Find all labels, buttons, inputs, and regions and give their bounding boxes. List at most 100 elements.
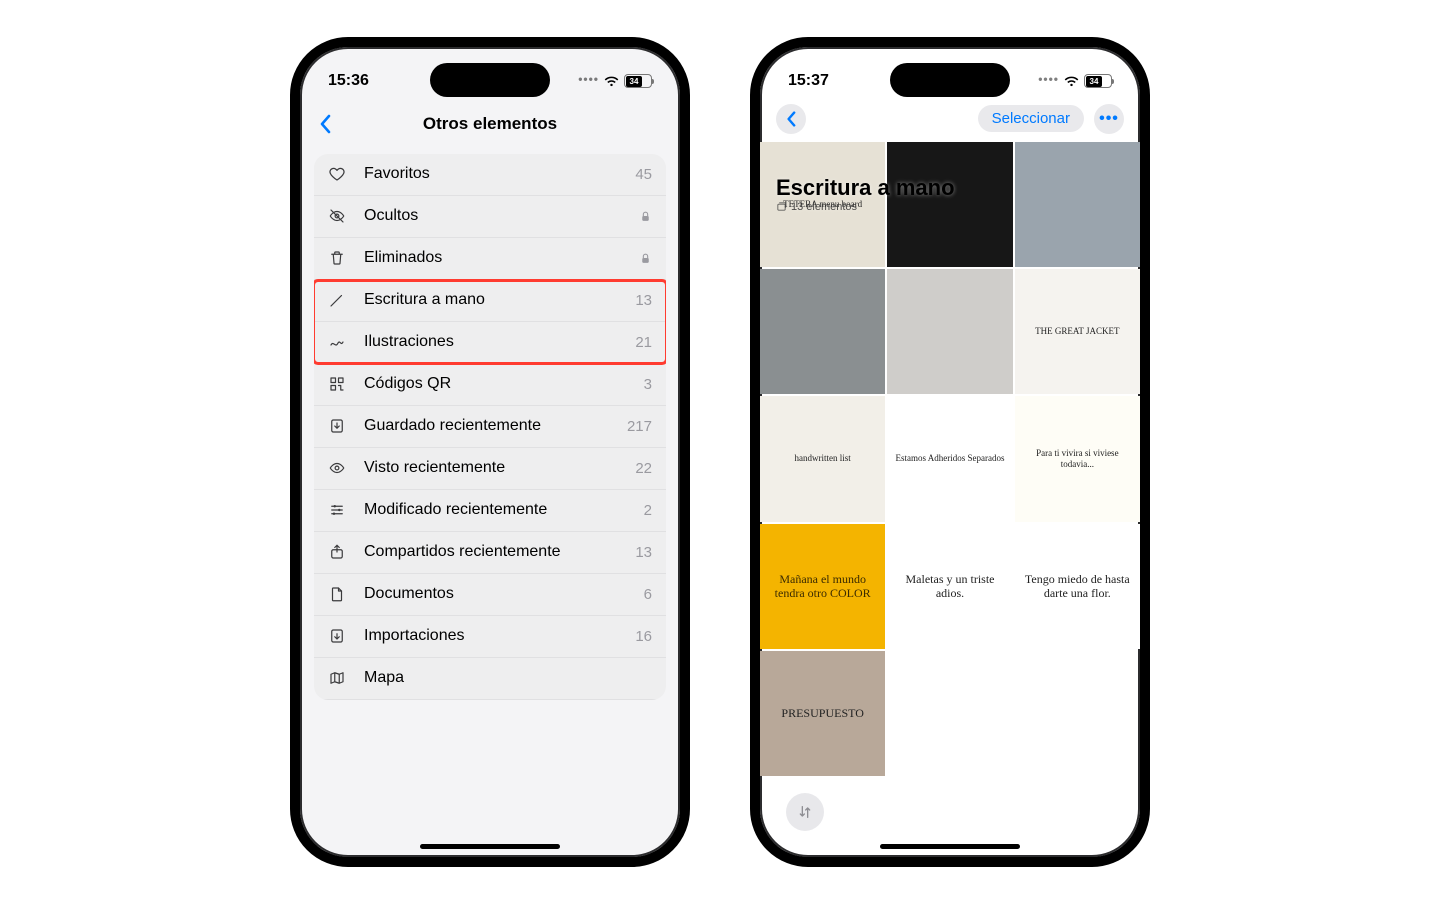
status-time: 15:37 [788, 72, 829, 90]
photo-thumbnail[interactable] [760, 269, 885, 394]
row-label: Compartidos recientemente [364, 543, 635, 561]
page-title: Otros elementos [423, 114, 557, 134]
row-count: 16 [635, 628, 652, 645]
row-label: Modificado recientemente [364, 501, 644, 519]
wifi-icon [603, 75, 620, 88]
thumbnail-text: Tengo miedo de hasta darte una flor. [1019, 572, 1136, 601]
album-title: Escritura a mano [776, 175, 955, 201]
photo-thumbnail[interactable] [887, 269, 1012, 394]
list-row-import[interactable]: Importaciones16 [314, 616, 666, 658]
album-heading: Escritura a mano 13 elementos [776, 175, 955, 213]
row-count: 13 [635, 292, 652, 309]
thumbnail-text: THE GREAT JACKET [1035, 326, 1119, 337]
list-row-doc[interactable]: Documentos6 [314, 574, 666, 616]
photo-thumbnail[interactable]: Maletas y un triste adios. [887, 524, 1012, 649]
row-label: Escritura a mano [364, 291, 635, 309]
list-row-trash[interactable]: Eliminados [314, 238, 666, 280]
share-icon [328, 543, 352, 561]
albums-list: Favoritos45 Ocultos Eliminados Escritura a … [314, 154, 666, 700]
row-label: Visto recientemente [364, 459, 635, 477]
row-count: 3 [644, 376, 652, 393]
dynamic-island [890, 63, 1010, 97]
list-row-pencil[interactable]: Escritura a mano13 [314, 280, 666, 322]
photo-thumbnail[interactable]: Tengo miedo de hasta darte una flor. [1015, 524, 1140, 649]
phone-right: 15:37 •••• 34 Seleccionar ••• Escritura … [750, 37, 1150, 867]
battery-icon: 34 [1084, 74, 1112, 88]
photo-grid[interactable]: TETERA menu boardTHE GREAT JACKEThandwri… [760, 142, 1140, 777]
lock-icon [639, 252, 652, 265]
photo-thumbnail[interactable]: Para ti vivira si viviese todavia... [1015, 396, 1140, 521]
album-header-bar: Seleccionar ••• [760, 102, 1140, 142]
navigation-bar: Otros elementos [300, 102, 680, 146]
map-icon [328, 669, 352, 687]
row-count: 217 [627, 418, 652, 435]
scribble-icon [328, 333, 352, 351]
row-label: Eliminados [364, 249, 639, 267]
row-label: Documentos [364, 585, 644, 603]
row-count: 21 [635, 334, 652, 351]
row-label: Favoritos [364, 165, 635, 183]
photo-thumbnail[interactable]: THE GREAT JACKET [1015, 269, 1140, 394]
back-button[interactable] [776, 104, 806, 134]
row-label: Ocultos [364, 207, 639, 225]
row-label: Mapa [364, 669, 652, 687]
wifi-icon [1063, 75, 1080, 88]
doc-icon [328, 585, 352, 603]
photo-stack-icon [776, 201, 787, 212]
list-row-qr[interactable]: Códigos QR3 [314, 364, 666, 406]
list-row-sliders[interactable]: Modificado recientemente2 [314, 490, 666, 532]
eyeoff-icon [328, 207, 352, 225]
thumbnail-text: Maletas y un triste adios. [891, 572, 1008, 601]
row-count: 22 [635, 460, 652, 477]
photo-thumbnail[interactable] [1015, 142, 1140, 267]
list-row-map[interactable]: Mapa [314, 658, 666, 700]
thumbnail-text: Para ti vivira si viviese todavia... [1019, 448, 1136, 470]
list-row-share[interactable]: Compartidos recientemente13 [314, 532, 666, 574]
sort-button[interactable] [786, 793, 824, 831]
list-row-eye[interactable]: Visto recientemente22 [314, 448, 666, 490]
cellular-icon: •••• [1038, 72, 1059, 86]
row-label: Ilustraciones [364, 333, 635, 351]
row-count: 45 [635, 166, 652, 183]
home-indicator[interactable] [880, 844, 1020, 849]
row-label: Códigos QR [364, 375, 644, 393]
cellular-icon: •••• [578, 72, 599, 86]
home-indicator[interactable] [420, 844, 560, 849]
row-label: Importaciones [364, 627, 635, 645]
list-row-scribble[interactable]: Ilustraciones21 [314, 322, 666, 364]
list-row-download[interactable]: Guardado recientemente217 [314, 406, 666, 448]
sliders-icon [328, 501, 352, 519]
chevron-left-icon [318, 114, 332, 134]
row-label: Guardado recientemente [364, 417, 627, 435]
list-row-heart[interactable]: Favoritos45 [314, 154, 666, 196]
photo-thumbnail[interactable]: Estamos Adheridos Separados [887, 396, 1012, 521]
heart-icon [328, 165, 352, 183]
back-button[interactable] [318, 114, 332, 134]
select-button[interactable]: Seleccionar [978, 105, 1084, 132]
thumbnail-text: PRESUPUESTO [781, 706, 863, 720]
status-time: 15:36 [328, 72, 369, 90]
thumbnail-text: handwritten list [795, 453, 851, 464]
photo-thumbnail[interactable]: handwritten list [760, 396, 885, 521]
photo-thumbnail[interactable]: PRESUPUESTO [760, 651, 885, 776]
list-row-eyeoff[interactable]: Ocultos [314, 196, 666, 238]
row-count: 6 [644, 586, 652, 603]
qr-icon [328, 375, 352, 393]
arrows-up-down-icon [797, 804, 813, 820]
more-button[interactable]: ••• [1094, 104, 1124, 134]
row-count: 13 [635, 544, 652, 561]
trash-icon [328, 249, 352, 267]
chevron-left-icon [786, 111, 796, 127]
pencil-icon [328, 291, 352, 309]
download-icon [328, 417, 352, 435]
photo-thumbnail[interactable]: Mañana el mundo tendra otro COLOR [760, 524, 885, 649]
row-count: 2 [644, 502, 652, 519]
ellipsis-icon: ••• [1099, 110, 1119, 128]
phone-left: 15:36 •••• 34 Otros elementos Favoritos4… [290, 37, 690, 867]
import-icon [328, 627, 352, 645]
dynamic-island [430, 63, 550, 97]
album-subtitle: 13 elementos [776, 201, 955, 213]
battery-icon: 34 [624, 74, 652, 88]
thumbnail-text: Mañana el mundo tendra otro COLOR [764, 572, 881, 601]
eye-icon [328, 459, 352, 477]
